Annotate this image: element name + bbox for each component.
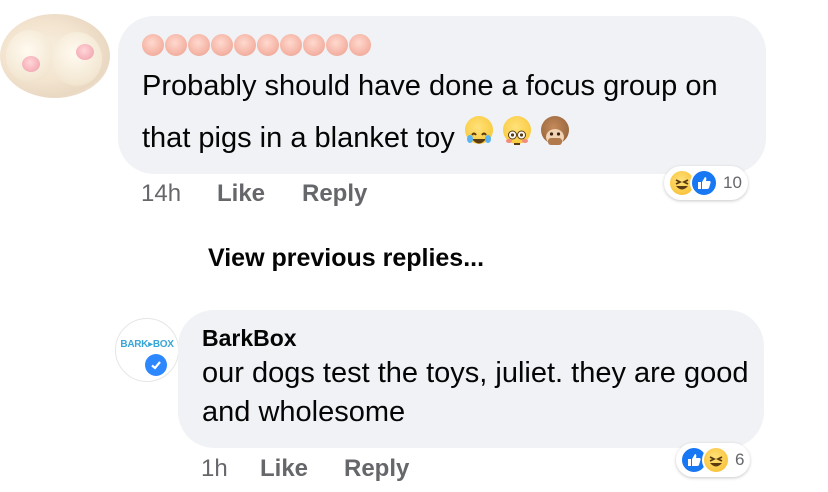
reactions-summary[interactable]: 10 [664, 166, 748, 200]
reply-timestamp[interactable]: 1h [201, 455, 228, 483]
reaction-count: 6 [735, 450, 745, 469]
face-with-tears-of-joy-icon [464, 116, 493, 144]
comment-author-name[interactable]: BarkBox [202, 325, 297, 352]
like-button[interactable]: Like [260, 455, 308, 483]
comment-text: Probably should have done a focus group … [142, 60, 752, 164]
verified-badge-icon [143, 352, 169, 378]
reply-text: our dogs test the toys, juliet. they are… [202, 357, 749, 428]
avatar-pig-toy[interactable] [0, 14, 110, 98]
reactions-summary[interactable]: 6 [676, 443, 751, 477]
barkbox-logo: BARK▸BOX [120, 339, 174, 350]
reply-button[interactable]: Reply [344, 455, 409, 483]
speak-no-evil-monkey-icon [540, 116, 569, 145]
author-name-emoji[interactable] [142, 30, 371, 62]
like-button[interactable]: Like [217, 180, 265, 208]
comment-timestamp[interactable]: 14h [141, 180, 181, 208]
haha-reaction-icon [702, 446, 730, 474]
comment-text-body: Probably should have done a focus group … [142, 70, 718, 154]
like-reaction-icon [690, 169, 718, 197]
flushed-face-icon [502, 116, 531, 145]
reply-button[interactable]: Reply [302, 180, 367, 208]
reaction-count: 10 [723, 173, 742, 192]
view-previous-replies-link[interactable]: View previous replies... [208, 244, 484, 273]
